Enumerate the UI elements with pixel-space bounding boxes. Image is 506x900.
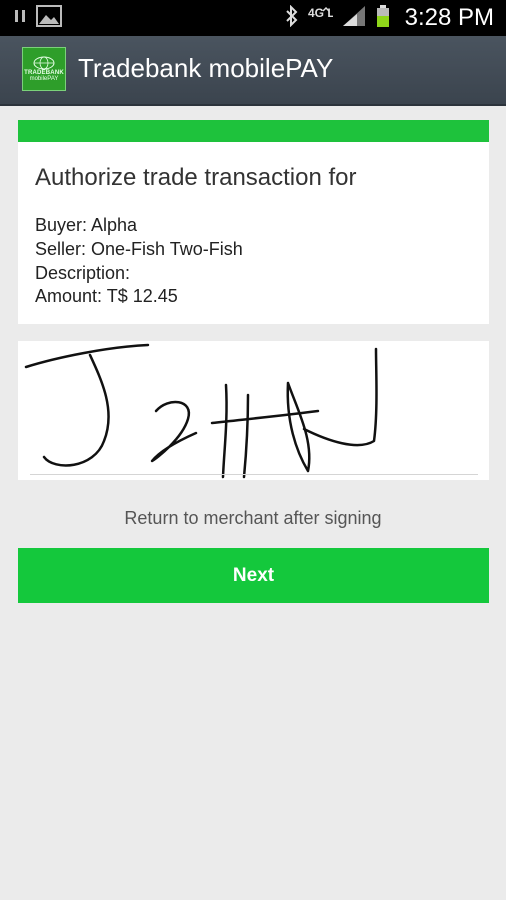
amount-label: Amount: T$ 12.45 [35,286,178,306]
seller-label: Seller: One-Fish Two-Fish [35,239,243,259]
notification-icons [14,5,62,31]
app-title: Tradebank mobilePAY [78,53,334,83]
signal-icon [341,4,367,32]
bluetooth-icon [285,4,299,31]
next-button[interactable]: Next [18,548,489,603]
return-note: Return to merchant after signing [124,508,382,528]
buyer-label: Buyer: Alpha [35,215,138,235]
globe-icon [33,56,55,70]
card-accent-bar [18,120,489,142]
signature-drawing [24,343,378,479]
logo-text-bottom: mobilePAY [29,76,59,82]
app-logo: TRADEBANK mobilePAY [22,47,66,91]
image-icon [36,5,62,31]
4g-lte-icon: 4G LTE [307,5,349,31]
clock: 3:28 PM [404,4,494,31]
description-label: Description: [35,263,131,283]
app-bar: TRADEBANK mobilePAY Tradebank mobilePAY [0,36,506,106]
card-heading: Authorize trade transaction for [35,164,357,191]
transaction-card: Authorize trade transaction for Buyer: A… [18,120,489,324]
svg-text:4G LTE: 4G LTE [308,6,333,20]
battery-icon [375,4,391,32]
signature-pad[interactable] [18,341,489,480]
status-bar: 4G LTE 3:28 PM [0,0,506,36]
pause-icon [14,8,26,28]
signature-baseline [30,474,478,475]
